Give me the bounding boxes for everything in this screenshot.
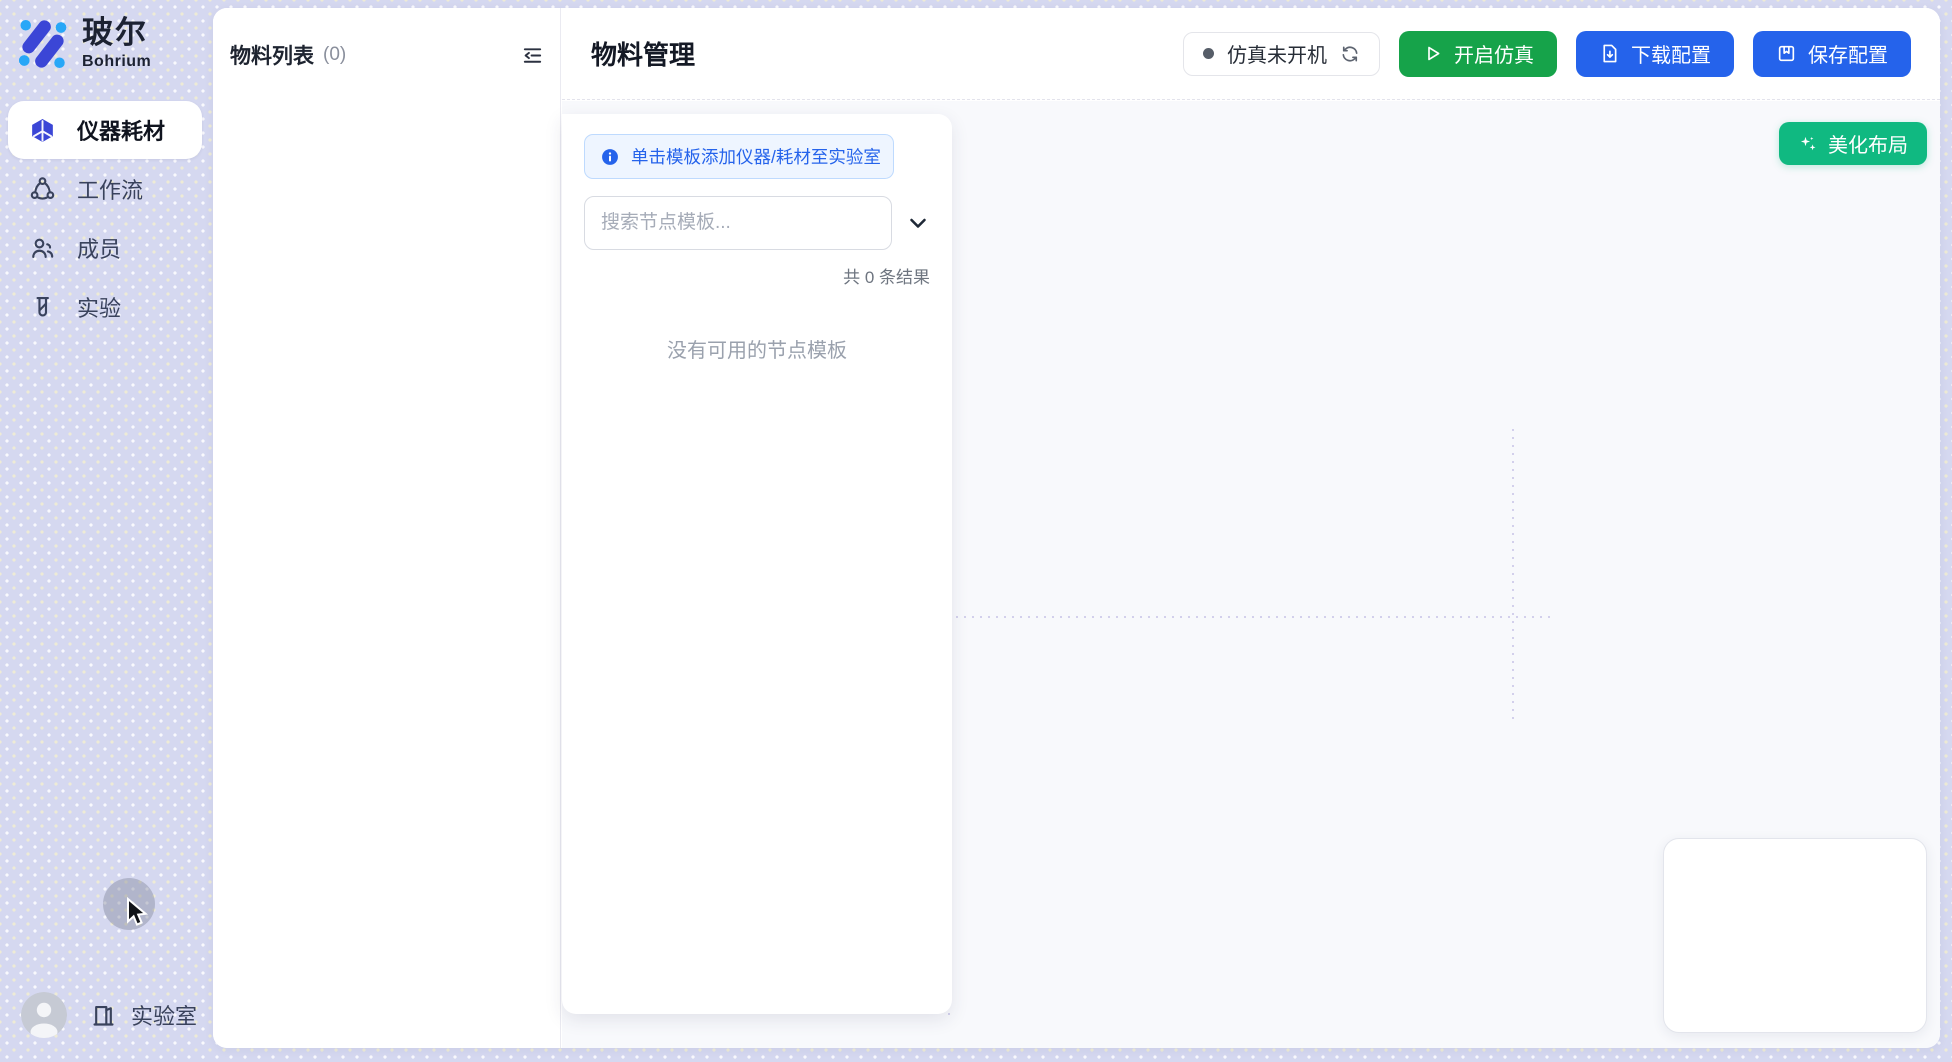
refresh-icon[interactable] xyxy=(1340,44,1360,64)
materials-panel-title: 物料列表 xyxy=(230,40,314,70)
sidebar: 玻尔 Bohrium 仪器耗材 xyxy=(0,0,213,1062)
chevron-down-icon[interactable] xyxy=(906,211,930,235)
search-result-count: 共 0 条结果 xyxy=(584,263,930,288)
sidebar-footer: 实验室 xyxy=(21,992,197,1038)
header-actions: 仿真未开机 开启仿真 xyxy=(1183,31,1911,77)
content-header: 物料管理 仿真未开机 xyxy=(562,8,1940,100)
brand-name-zh: 玻尔 xyxy=(82,17,151,50)
sidebar-menu: 仪器耗材 工作流 成 xyxy=(8,101,202,336)
status-dot-icon xyxy=(1203,48,1214,59)
palette-hint-banner: 单击模板添加仪器/耗材至实验室 xyxy=(584,134,894,179)
node-template-palette: 单击模板添加仪器/耗材至实验室 共 0 条结果 没有可用的节点模板 xyxy=(562,114,952,1014)
search-node-template-input[interactable] xyxy=(584,196,892,250)
content-area: 物料管理 仿真未开机 xyxy=(562,8,1940,1048)
page-title: 物料管理 xyxy=(591,35,695,72)
user-avatar[interactable] xyxy=(21,992,67,1038)
simulation-status-label: 仿真未开机 xyxy=(1227,39,1327,68)
brand-name-en: Bohrium xyxy=(82,53,151,71)
simulation-status-pill[interactable]: 仿真未开机 xyxy=(1183,32,1380,76)
sidebar-item-label: 实验 xyxy=(77,291,121,323)
flow-canvas[interactable]: 单击模板添加仪器/耗材至实验室 共 0 条结果 没有可用的节点模板 xyxy=(562,101,1940,1048)
avatar-person-icon xyxy=(21,992,67,1038)
sidebar-item-experiments[interactable]: 实验 xyxy=(8,278,202,336)
save-config-button[interactable]: 保存配置 xyxy=(1753,31,1911,77)
sidebar-item-members[interactable]: 成员 xyxy=(8,219,202,277)
sidebar-item-workflow[interactable]: 工作流 xyxy=(8,160,202,218)
members-icon xyxy=(29,235,56,262)
sidebar-item-instruments[interactable]: 仪器耗材 xyxy=(8,101,202,159)
palette-empty-message: 没有可用的节点模板 xyxy=(584,334,930,363)
save-icon xyxy=(1776,43,1797,64)
workflow-icon xyxy=(29,176,56,203)
start-simulation-button[interactable]: 开启仿真 xyxy=(1399,31,1557,77)
lab-door-icon xyxy=(90,1002,117,1029)
info-icon xyxy=(600,147,620,167)
sidebar-item-label: 仪器耗材 xyxy=(77,114,165,146)
cube-icon xyxy=(29,117,56,144)
canvas-minimap[interactable] xyxy=(1663,838,1927,1033)
main-container: 物料列表 (0) 物料管理 仿真未开机 xyxy=(213,8,1940,1048)
canvas-guide-vertical xyxy=(1512,429,1514,723)
palette-search-row xyxy=(584,196,930,250)
sidebar-item-label: 工作流 xyxy=(77,173,143,205)
file-download-icon xyxy=(1599,43,1620,64)
mouse-cursor xyxy=(124,897,154,931)
canvas-guide-horizontal xyxy=(948,616,1550,618)
app-page: 玻尔 Bohrium 仪器耗材 xyxy=(0,0,1952,1062)
brand-logo: 玻尔 Bohrium xyxy=(16,16,151,72)
sidebar-lab-label[interactable]: 实验室 xyxy=(131,999,197,1031)
download-config-button[interactable]: 下载配置 xyxy=(1576,31,1734,77)
materials-panel-header: 物料列表 (0) xyxy=(213,8,560,70)
experiment-icon xyxy=(29,294,56,321)
palette-hint-text: 单击模板添加仪器/耗材至实验室 xyxy=(631,144,881,169)
beautify-layout-button[interactable]: 美化布局 xyxy=(1779,122,1927,165)
sidebar-item-label: 成员 xyxy=(77,232,121,264)
collapse-panel-icon[interactable] xyxy=(521,44,544,67)
sparkles-icon xyxy=(1798,134,1818,154)
bohrium-logo-icon xyxy=(16,16,70,72)
materials-panel: 物料列表 (0) xyxy=(213,8,561,1048)
materials-count: (0) xyxy=(323,44,346,66)
play-icon xyxy=(1422,43,1443,64)
